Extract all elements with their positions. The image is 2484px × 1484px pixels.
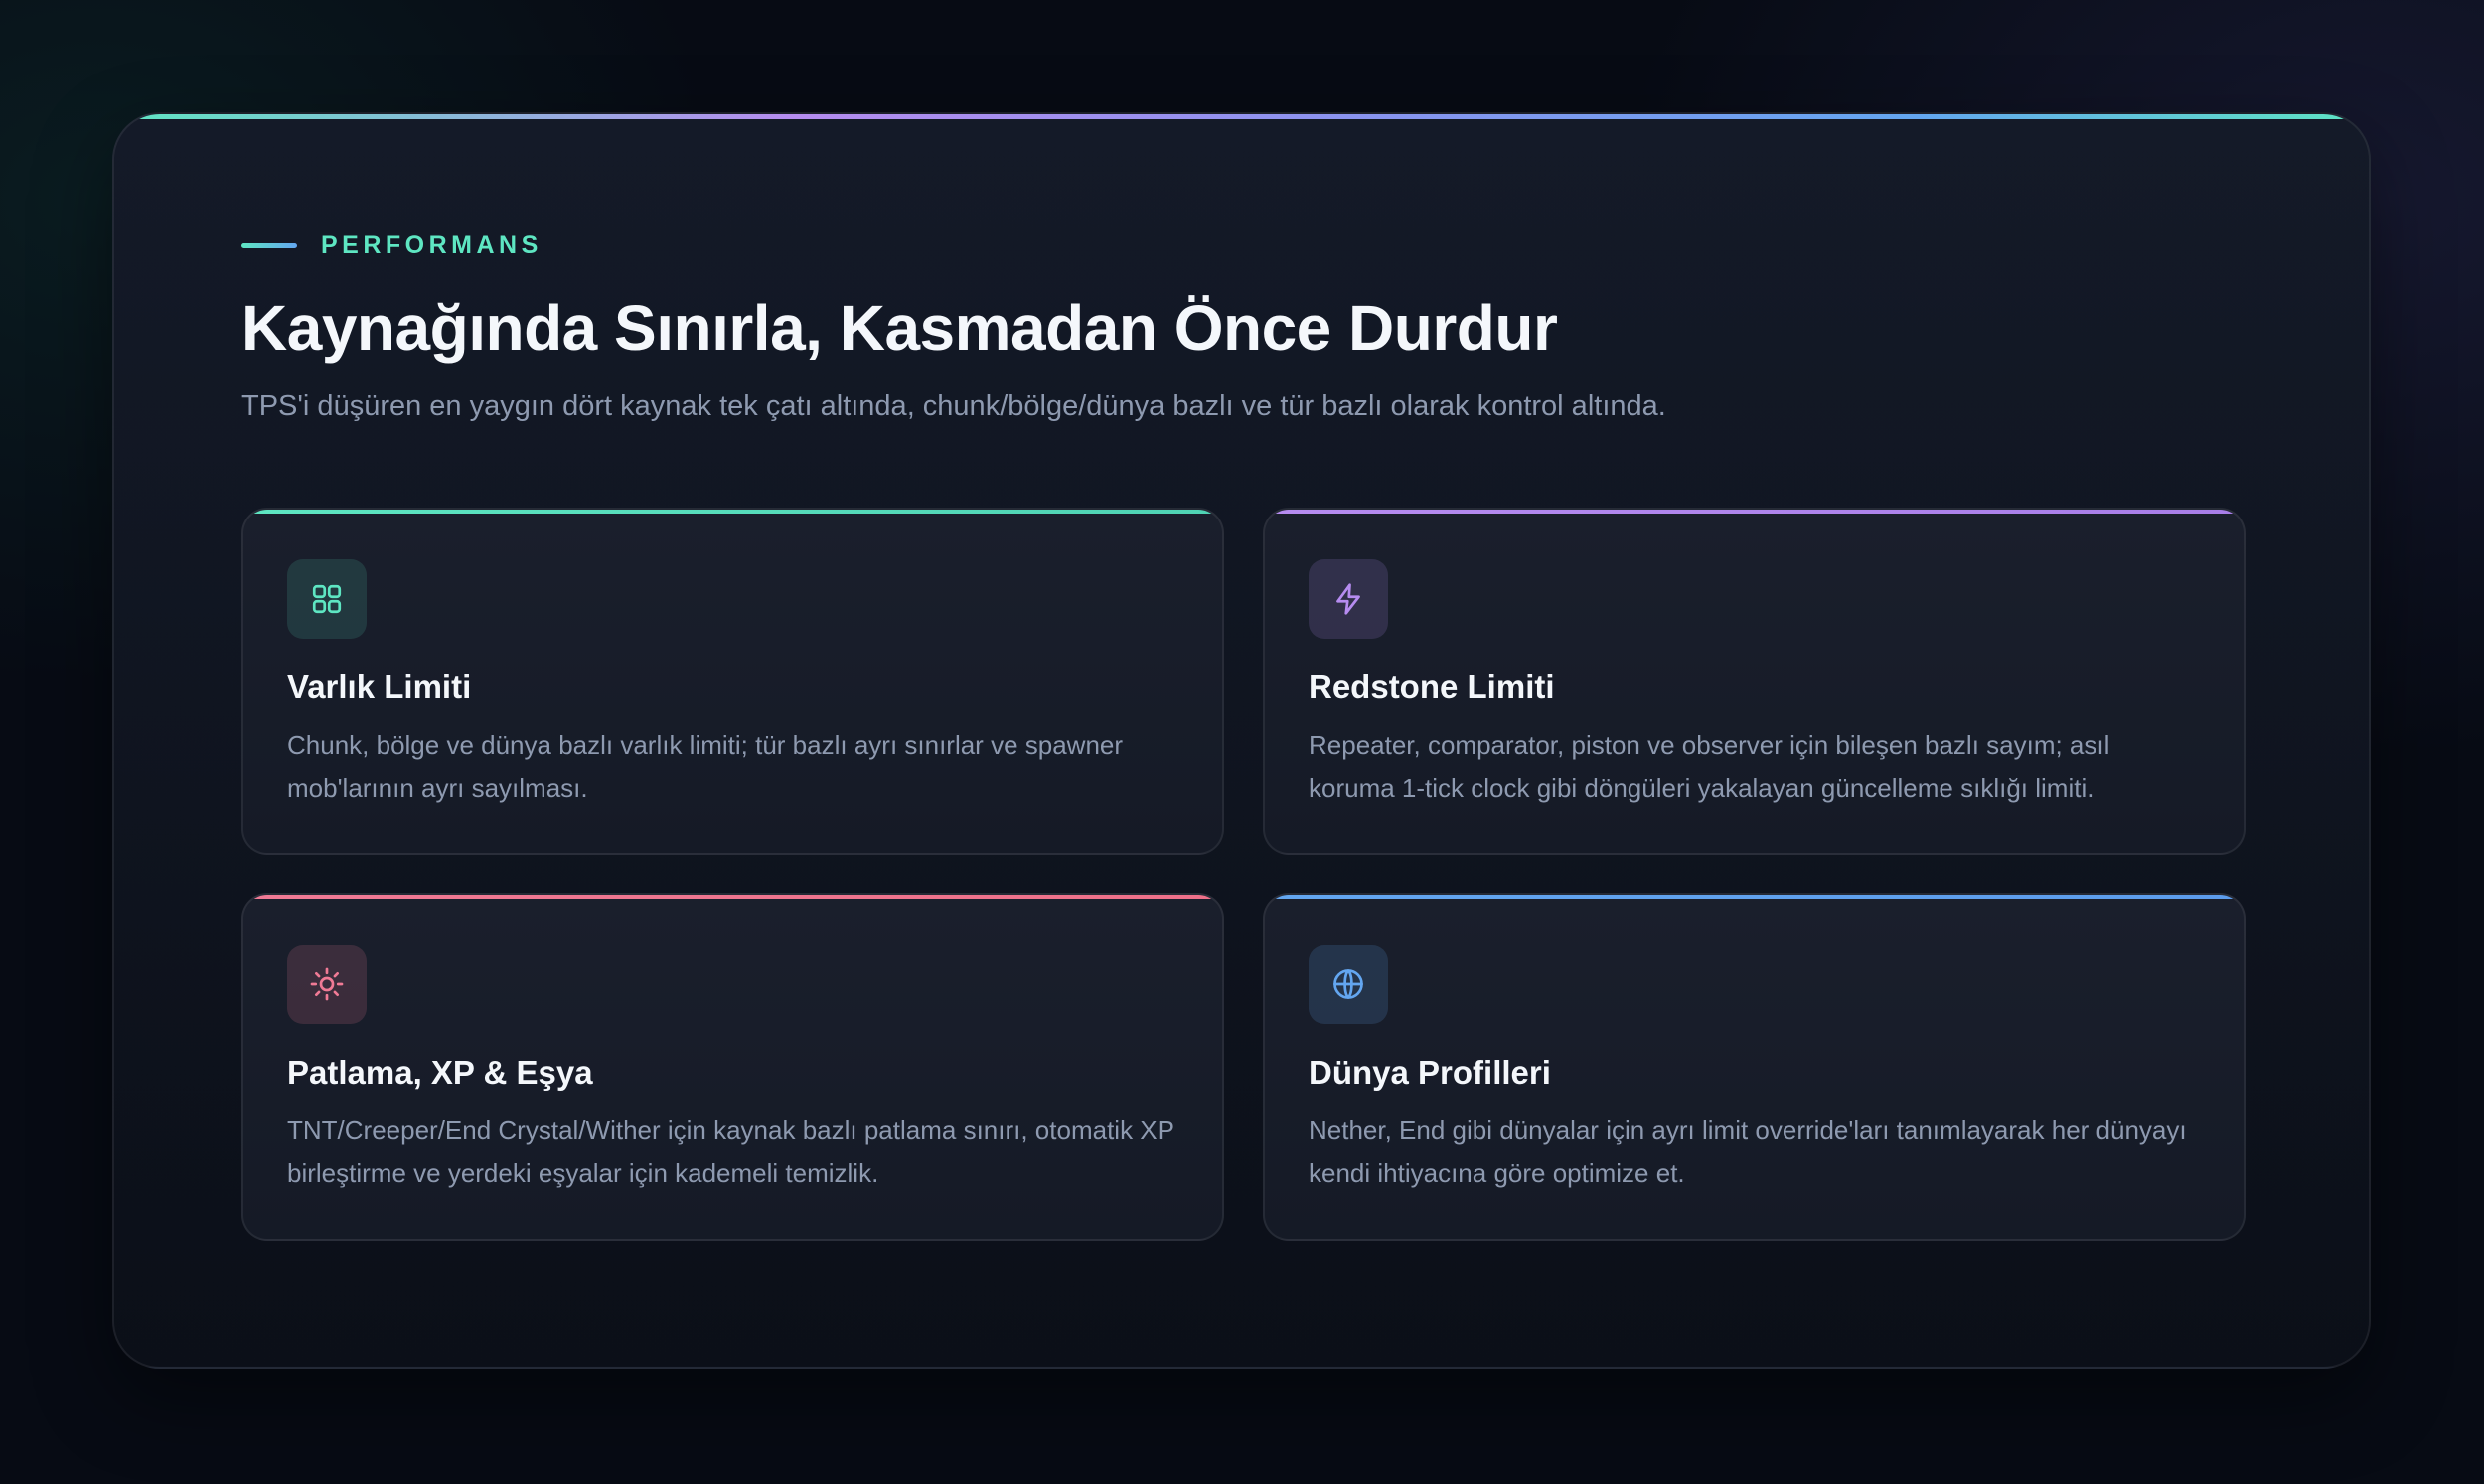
panel-gradient-line bbox=[114, 114, 2369, 119]
card-accent-line bbox=[243, 895, 1222, 899]
globe-icon bbox=[1309, 945, 1388, 1024]
card-description: Chunk, bölge ve dünya bazlı varlık limit… bbox=[287, 730, 1124, 803]
card-accent-line bbox=[243, 510, 1222, 514]
feature-panel: PERFORMANS Kaynağında Sınırla, Kasmadan … bbox=[112, 112, 2371, 1369]
card-title: Dünya Profilleri bbox=[1309, 1054, 1551, 1091]
section-eyebrow: PERFORMANS bbox=[241, 231, 543, 260]
card-accent-line bbox=[1265, 510, 2244, 514]
feature-card-explosion-xp-item: Patlama, XP & Eşya TNT/Creeper/End Cryst… bbox=[241, 893, 1224, 1241]
sun-icon bbox=[287, 945, 367, 1024]
feature-card-world-profiles: Dünya Profilleri Nether, End gibi dünyal… bbox=[1263, 893, 2246, 1241]
grid-icon bbox=[287, 559, 367, 639]
page-subtitle: TPS'i düşüren en yaygın dört kaynak tek … bbox=[241, 390, 1666, 422]
card-title: Varlık Limiti bbox=[287, 668, 472, 705]
card-description: TNT/Creeper/End Crystal/Wither için kayn… bbox=[287, 1115, 1174, 1188]
feature-card-redstone-limit: Redstone Limiti Repeater, comparator, pi… bbox=[1263, 508, 2246, 855]
card-description: Repeater, comparator, piston ve observer… bbox=[1309, 730, 2110, 803]
eyebrow-label: PERFORMANS bbox=[321, 231, 543, 259]
card-title: Patlama, XP & Eşya bbox=[287, 1054, 593, 1091]
eyebrow-accent-line bbox=[241, 243, 297, 248]
lightning-icon bbox=[1309, 559, 1388, 639]
card-description: Nether, End gibi dünyalar için ayrı limi… bbox=[1309, 1115, 2187, 1188]
card-title: Redstone Limiti bbox=[1309, 668, 1555, 705]
card-accent-line bbox=[1265, 895, 2244, 899]
feature-card-entity-limit: Varlık Limiti Chunk, bölge ve dünya bazl… bbox=[241, 508, 1224, 855]
feature-grid: Varlık Limiti Chunk, bölge ve dünya bazl… bbox=[241, 508, 2246, 1241]
page-title: Kaynağında Sınırla, Kasmadan Önce Durdur bbox=[241, 292, 1558, 364]
